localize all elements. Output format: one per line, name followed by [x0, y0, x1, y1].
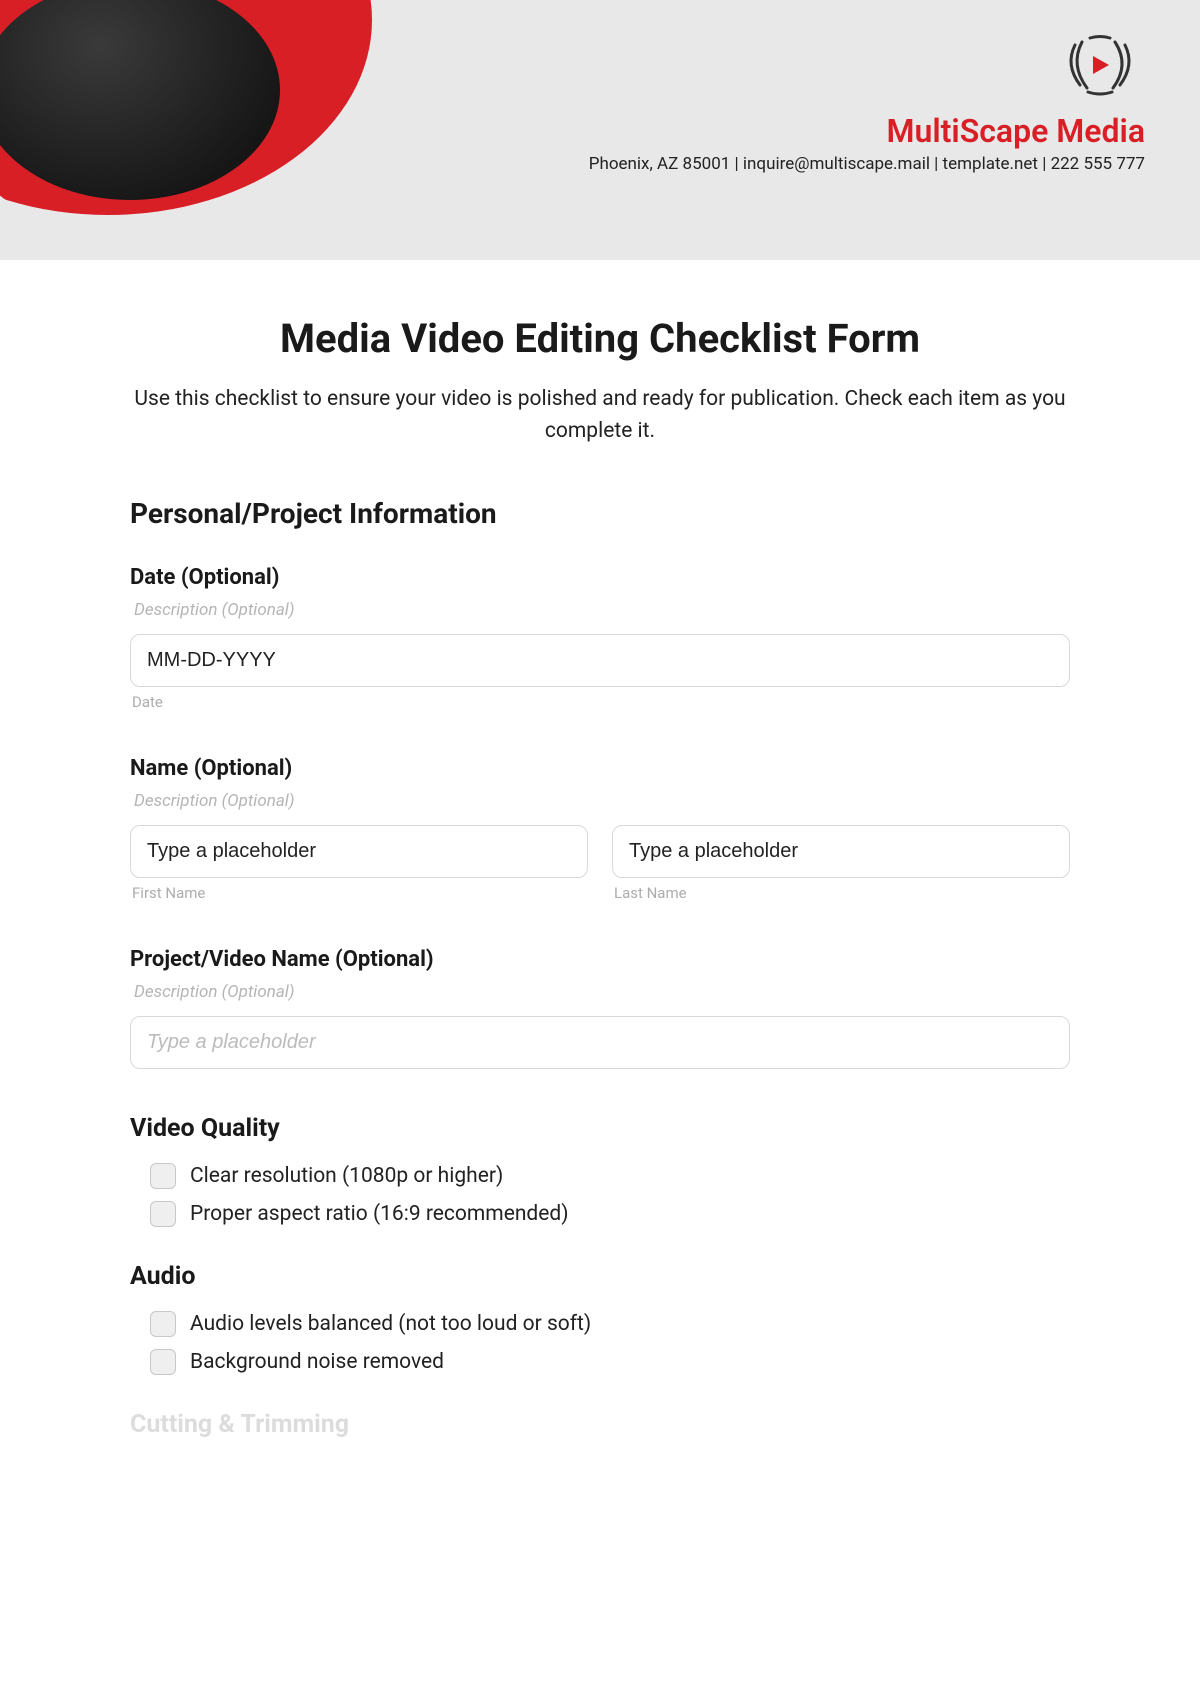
checkbox[interactable] [150, 1163, 176, 1189]
section-video-quality: Video Quality [130, 1114, 1070, 1143]
project-label: Project/Video Name (Optional) [130, 947, 1070, 972]
header-banner: MultiScape Media Phoenix, AZ 85001 | inq… [0, 0, 1200, 260]
decorative-swoosh [0, 0, 420, 260]
check-item: Background noise removed [150, 1349, 1070, 1375]
section-personal-info: Personal/Project Information [130, 497, 1070, 530]
project-name-input[interactable] [130, 1016, 1070, 1069]
brand-contact-line: Phoenix, AZ 85001 | inquire@multiscape.m… [589, 154, 1145, 174]
last-name-input[interactable] [612, 825, 1070, 878]
field-name: Name (Optional) Description (Optional) F… [130, 756, 1070, 902]
audio-list: Audio levels balanced (not too loud or s… [130, 1311, 1070, 1375]
checkbox[interactable] [150, 1201, 176, 1227]
video-quality-list: Clear resolution (1080p or higher) Prope… [130, 1163, 1070, 1227]
section-cutting-trimming: Cutting & Trimming [130, 1410, 1070, 1439]
field-date: Date (Optional) Description (Optional) D… [130, 565, 1070, 711]
check-item: Audio levels balanced (not too loud or s… [150, 1311, 1070, 1337]
check-label: Clear resolution (1080p or higher) [190, 1164, 503, 1188]
form-title: Media Video Editing Checklist Form [130, 315, 1070, 362]
field-project-name: Project/Video Name (Optional) Descriptio… [130, 947, 1070, 1069]
check-item: Clear resolution (1080p or higher) [150, 1163, 1070, 1189]
checkbox[interactable] [150, 1311, 176, 1337]
date-label: Date (Optional) [130, 565, 1070, 590]
date-desc: Description (Optional) [130, 600, 1070, 620]
checkbox[interactable] [150, 1349, 176, 1375]
brand-logo-icon [1055, 30, 1145, 104]
check-label: Background noise removed [190, 1350, 444, 1374]
form-description: Use this checklist to ensure your video … [130, 384, 1070, 447]
date-sublabel: Date [130, 693, 1070, 711]
check-label: Audio levels balanced (not too loud or s… [190, 1312, 591, 1336]
brand-name: MultiScape Media [589, 112, 1145, 150]
name-desc: Description (Optional) [130, 791, 1070, 811]
check-label: Proper aspect ratio (16:9 recommended) [190, 1202, 569, 1226]
date-input[interactable] [130, 634, 1070, 687]
brand-block: MultiScape Media Phoenix, AZ 85001 | inq… [589, 30, 1145, 174]
form-content: Media Video Editing Checklist Form Use t… [0, 260, 1200, 1479]
first-name-input[interactable] [130, 825, 588, 878]
section-audio: Audio [130, 1262, 1070, 1291]
last-name-sublabel: Last Name [612, 884, 1070, 902]
project-desc: Description (Optional) [130, 982, 1070, 1002]
check-item: Proper aspect ratio (16:9 recommended) [150, 1201, 1070, 1227]
name-label: Name (Optional) [130, 756, 1070, 781]
first-name-sublabel: First Name [130, 884, 588, 902]
